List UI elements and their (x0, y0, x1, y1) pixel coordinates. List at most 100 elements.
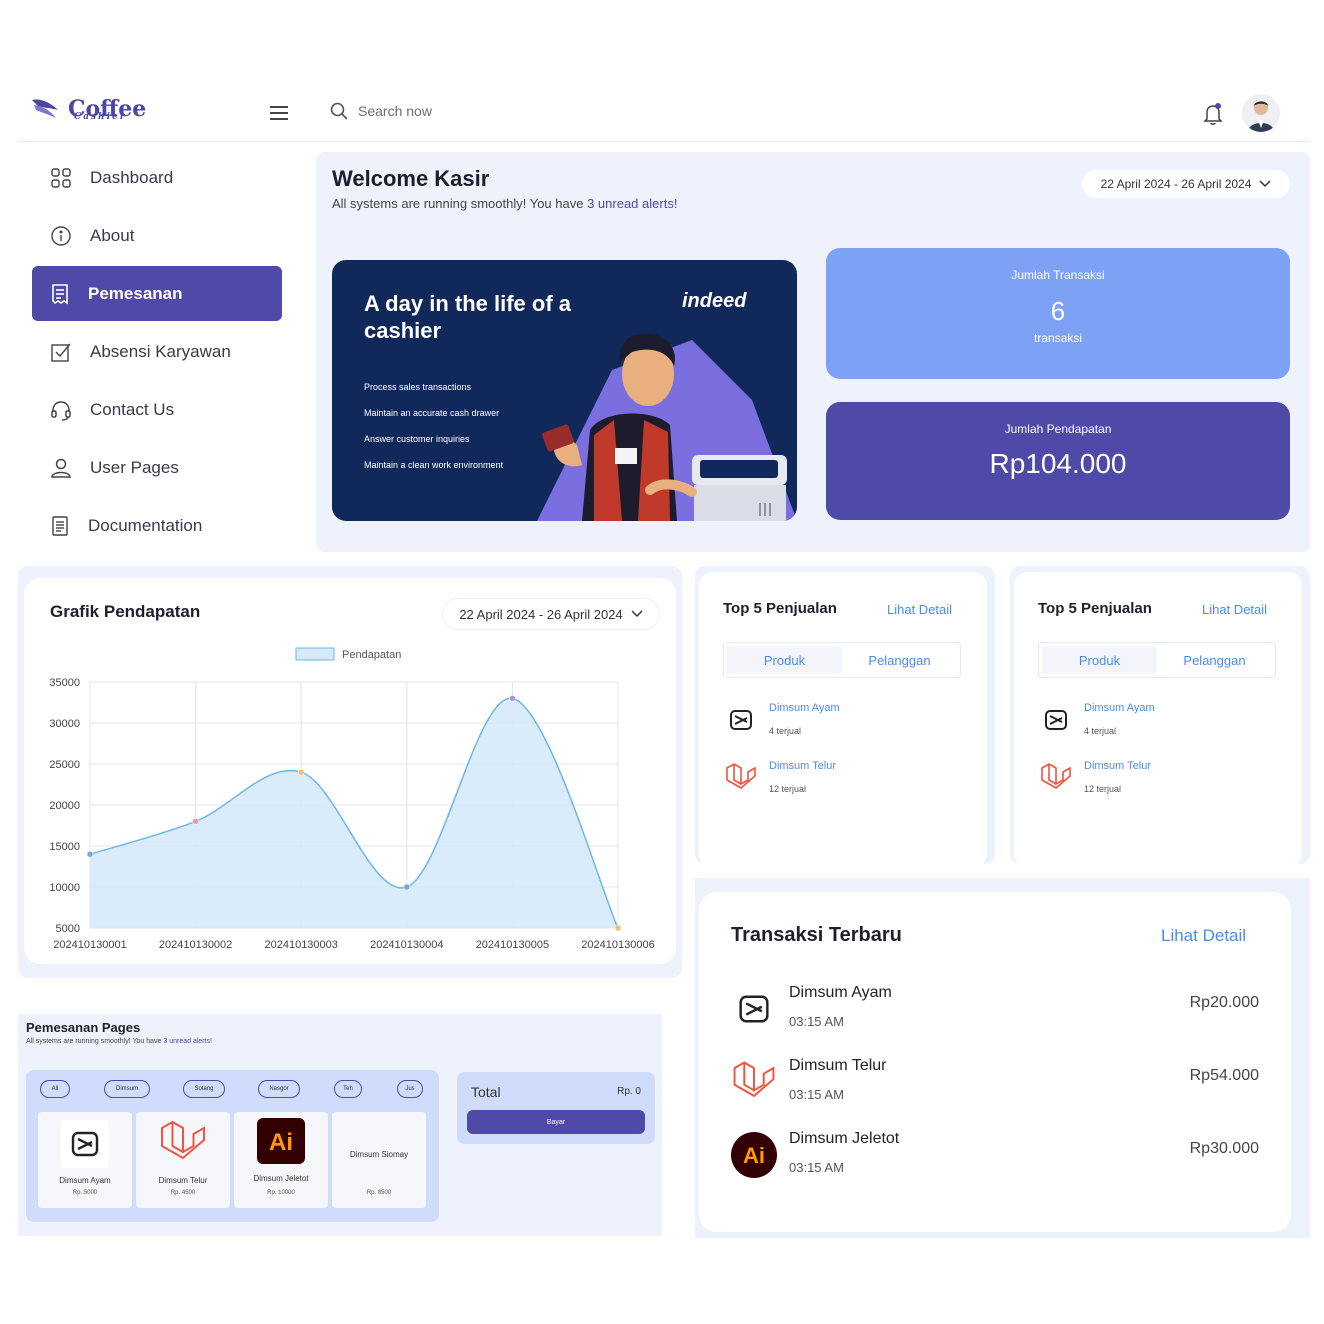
revenue-chart-section: Grafik Pendapatan 22 April 2024 - 26 Apr… (18, 566, 682, 978)
view-detail-link[interactable]: Lihat Detail (1202, 602, 1267, 617)
pay-button[interactable]: Bayar (467, 1110, 645, 1134)
search-input[interactable] (358, 103, 558, 119)
product-name: Dimsum Jeletot (253, 1174, 309, 1183)
capcut-icon (730, 710, 752, 730)
table-row[interactable]: Ai Dimsum Jeletot 03:15 AM Rp30.000 (729, 1126, 1259, 1190)
recent-transactions-card: Transaksi Terbaru Lihat Detail Dimsum Ay… (699, 892, 1291, 1232)
product-name: Dimsum Telur (158, 1176, 208, 1185)
x-tick-label: 202410130006 (581, 939, 654, 951)
table-row[interactable]: Dimsum Telur 03:15 AM Rp54.000 (729, 1053, 1259, 1117)
tab-group: Produk Pelanggan (1038, 642, 1276, 678)
sold-count: 4 terjual (1084, 726, 1117, 736)
page-title: Welcome Kasir (332, 166, 490, 191)
svg-text:Ai: Ai (269, 1129, 293, 1156)
tab-produk[interactable]: Produk (727, 646, 842, 674)
product-card[interactable]: Dimsum Ayam Rp. 5000 (38, 1112, 132, 1208)
capcut-icon (61, 1120, 109, 1168)
info-icon (51, 225, 71, 246)
banner-list-item: Maintain an accurate cash drawer (364, 408, 500, 418)
sidebar-item-user-pages[interactable]: User Pages (32, 440, 282, 495)
date-range-text: 22 April 2024 - 26 April 2024 (459, 606, 623, 622)
illustrator-icon: Ai (731, 1132, 777, 1178)
alerts-link[interactable]: 3 unread alerts! (587, 196, 677, 211)
top-sales-panel: Top 5 Penjualan Lihat Detail Produk Pela… (695, 566, 995, 868)
search-icon (330, 102, 348, 120)
sidebar-item-absensi[interactable]: Absensi Karyawan (32, 324, 282, 379)
y-tick-label: 20000 (49, 800, 80, 812)
filter-chip-jus[interactable]: Jus (397, 1080, 423, 1098)
transaction-name: Dimsum Telur (789, 1057, 887, 1074)
y-tick-label: 30000 (49, 718, 80, 730)
filter-chip-all[interactable]: All (40, 1080, 70, 1098)
list-item[interactable]: Dimsum Ayam 4 terjual (723, 702, 840, 738)
tab-pelanggan[interactable]: Pelanggan (842, 646, 957, 674)
banner-list-item: Maintain a clean work environment (364, 460, 504, 470)
legend-label: Pendapatan (342, 649, 401, 661)
notification-bell-icon[interactable] (1202, 102, 1224, 131)
sidebar-item-pemesanan[interactable]: Pemesanan (32, 266, 282, 321)
sidebar-item-about[interactable]: About (32, 208, 282, 263)
total-value: Rp. 0 (617, 1086, 641, 1097)
section-subtitle: All systems are running smoothly! You ha… (26, 1038, 213, 1045)
product-name: Dimsum Siomay (349, 1150, 409, 1159)
sidebar-item-documentation[interactable]: Documentation (32, 498, 282, 553)
x-tick-label: 202410130001 (53, 939, 126, 951)
menu-toggle-icon[interactable] (270, 106, 288, 120)
product-name: Dimsum Ayam (1084, 702, 1155, 714)
date-range-picker[interactable]: 22 April 2024 - 26 April 2024 (1082, 170, 1290, 198)
filter-chip-dimsum[interactable]: Dimsum (104, 1080, 150, 1098)
table-row[interactable]: Dimsum Ayam 03:15 AM Rp20.000 (729, 980, 1259, 1044)
sidebar-item-contact[interactable]: Contact Us (32, 382, 282, 437)
welcome-panel: Welcome Kasir All systems are running sm… (316, 152, 1310, 552)
filter-chip-teh[interactable]: Teh (334, 1080, 362, 1098)
transaction-time: 03:15 AM (789, 1087, 844, 1102)
alerts-link[interactable]: 3 unread alerts! (163, 1038, 212, 1045)
filter-chip-nasgor[interactable]: Nasgor (258, 1080, 300, 1098)
list-item[interactable]: Dimsum Ayam 4 terjual (1038, 702, 1155, 738)
series-area-pendapatan (90, 698, 618, 928)
stat-value: 6 (1050, 296, 1066, 326)
pemesanan-section: Pemesanan Pages All systems are running … (18, 1014, 662, 1236)
illustrator-icon: Ai (257, 1118, 305, 1164)
search-bar[interactable] (330, 102, 558, 120)
view-detail-link[interactable]: Lihat Detail (887, 602, 952, 617)
tab-produk[interactable]: Produk (1042, 646, 1157, 674)
laravel-icon (733, 1061, 775, 1098)
banner-title: A day in the life of a cashier (364, 291, 571, 343)
laravel-icon (1041, 763, 1071, 789)
transaction-count-card: Jumlah Transaksi 6 transaksi (826, 248, 1290, 379)
sold-count: 4 terjual (769, 726, 802, 736)
stat-unit: transaksi (1033, 331, 1083, 345)
user-icon (51, 458, 71, 478)
sidebar-item-label: About (90, 225, 135, 245)
revenue-chart-card: Grafik Pendapatan 22 April 2024 - 26 Apr… (24, 578, 676, 964)
user-avatar[interactable] (1242, 94, 1280, 132)
product-price: Rp. 5000 (72, 1190, 98, 1196)
list-item[interactable]: Dimsum Telur 12 terjual (723, 760, 836, 796)
welcome-subtitle: All systems are running smoothly! You ha… (332, 196, 678, 211)
transaction-name: Dimsum Ayam (789, 984, 892, 1001)
banner-list-item: Process sales transactions (364, 382, 472, 392)
product-card[interactable]: Ai Dimsum Jeletot Rp. 10000 (234, 1112, 328, 1208)
chart-date-picker[interactable]: 22 April 2024 - 26 April 2024 (442, 598, 660, 630)
transaction-name: Dimsum Jeletot (789, 1130, 900, 1147)
product-card[interactable]: Dimsum Telur Rp. 4500 (136, 1112, 230, 1208)
tab-pelanggan[interactable]: Pelanggan (1157, 646, 1272, 674)
y-tick-label: 10000 (49, 882, 80, 894)
view-detail-link[interactable]: Lihat Detail (1161, 926, 1246, 946)
chevron-down-icon (1259, 180, 1271, 188)
list-item[interactable]: Dimsum Telur 12 terjual (1038, 760, 1151, 796)
sidebar-item-dashboard[interactable]: Dashboard (32, 150, 282, 205)
product-price: Rp. 4500 (170, 1190, 196, 1196)
product-card[interactable]: Dimsum Siomay Rp. 8500 (332, 1112, 426, 1208)
data-point (86, 850, 94, 858)
order-total-panel: Total Rp. 0 Bayar (457, 1072, 655, 1144)
transaction-price: Rp54.000 (1189, 1067, 1259, 1084)
top-header: Coffee Cashier (18, 86, 1310, 142)
app-logo[interactable]: Coffee Cashier (30, 96, 146, 122)
y-tick-label: 35000 (49, 677, 80, 689)
filter-chip-sotang[interactable]: Sotang (183, 1080, 225, 1098)
banner-list-item: Answer customer inquiries (364, 434, 470, 444)
grid-icon (51, 167, 71, 188)
data-point (614, 924, 622, 932)
